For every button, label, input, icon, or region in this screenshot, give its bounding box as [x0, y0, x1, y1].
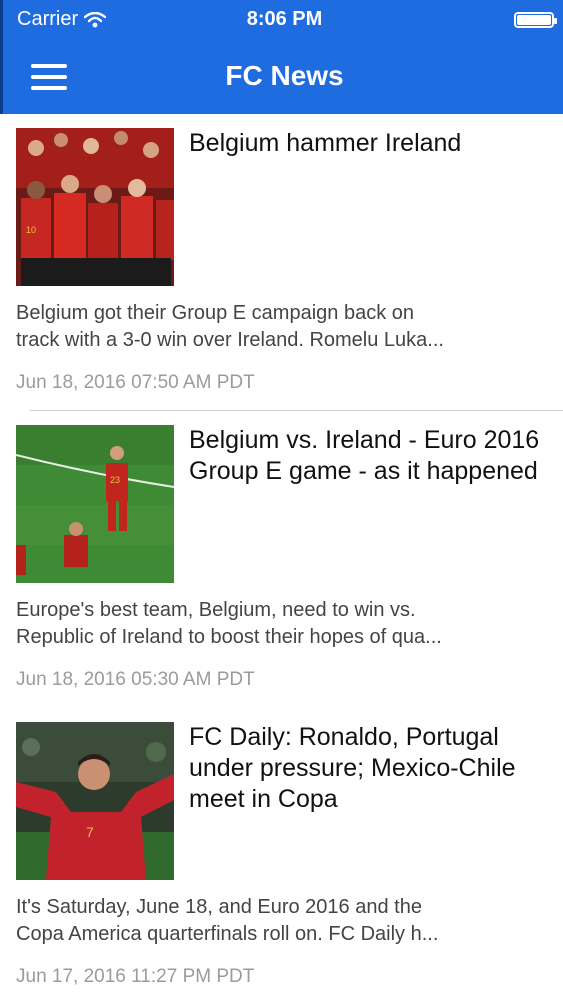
status-bar: Carrier 8:06 PM [3, 0, 563, 40]
summary-line: track with a 3-0 win over Ireland. Romel… [16, 329, 444, 351]
summary-line: Belgium got their Group E campaign back … [16, 302, 414, 324]
battery-icon [514, 12, 557, 28]
svg-text:10: 10 [26, 225, 36, 235]
article-summary: Europe's best team, Belgium, need to win… [16, 597, 549, 651]
summary-line: Europe's best team, Belgium, need to win… [16, 599, 416, 621]
news-item[interactable]: 10 Belgium hammer Ireland Belgium got th… [0, 114, 563, 411]
article-thumbnail[interactable]: 10 [16, 128, 174, 286]
article-headline[interactable]: Belgium hammer Ireland [189, 128, 545, 159]
svg-text:7: 7 [86, 824, 94, 840]
article-date: Jun 17, 2016 11:27 PM PDT [16, 966, 255, 987]
article-thumbnail[interactable]: 23 [16, 425, 174, 583]
summary-line: Republic of Ireland to boost their hopes… [16, 626, 442, 648]
news-item[interactable]: 23 Belgium vs. Ireland - Euro 2016 Group… [0, 411, 563, 708]
navigation-bar: FC News [3, 40, 563, 114]
news-list[interactable]: 10 Belgium hammer Ireland Belgium got th… [0, 114, 563, 1000]
article-date: Jun 18, 2016 05:30 AM PDT [16, 669, 255, 690]
article-summary: It's Saturday, June 18, and Euro 2016 an… [16, 894, 549, 948]
article-headline[interactable]: FC Daily: Ronaldo, Portugal under pressu… [189, 722, 545, 815]
article-thumbnail[interactable]: 7 [16, 722, 174, 880]
summary-line: Copa America quarterfinals roll on. FC D… [16, 923, 439, 945]
page-title: FC News [225, 60, 344, 91]
article-headline[interactable]: Belgium vs. Ireland - Euro 2016 Group E … [189, 425, 545, 487]
status-time: 8:06 PM [246, 8, 323, 30]
svg-text:23: 23 [110, 475, 120, 485]
article-date: Jun 18, 2016 07:50 AM PDT [16, 372, 255, 393]
top-bar: Carrier 8:06 PM FC News [0, 0, 563, 114]
news-item[interactable]: 7 FC Daily: Ronaldo, Portugal under pres… [0, 708, 563, 1000]
article-summary: Belgium got their Group E campaign back … [16, 300, 549, 354]
summary-line: It's Saturday, June 18, and Euro 2016 an… [16, 896, 422, 918]
